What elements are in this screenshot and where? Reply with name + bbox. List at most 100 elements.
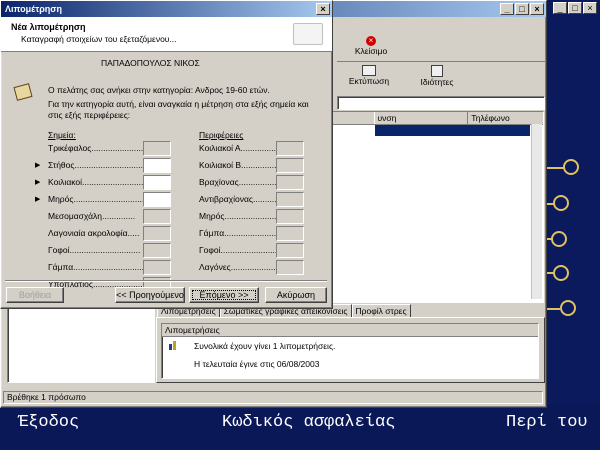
dialog-header: Νέα λιπομέτρηση Καταγραφή στοιχείων του … [1, 17, 332, 52]
dialog-title: Λιπομέτρηση [5, 4, 62, 14]
perimeters-header: Περιφέρειες [199, 130, 244, 140]
perimeter-input-calf[interactable] [276, 226, 304, 241]
decor-line [546, 167, 564, 169]
point-label: Στήθος............................. [48, 160, 143, 170]
perimeter-label: Αντιβραχίονας.......... [199, 194, 277, 204]
properties-icon [431, 65, 443, 77]
detail-tab-panel: Λιπομετρήσεις Συνολικά έχουν γίνει 1 λιπ… [156, 317, 545, 383]
summary-count-text: Συνολικά έχουν γίνει 1 λιπομετρήσεις. [194, 341, 336, 351]
folder-icon [293, 23, 323, 45]
perimeter-input-forearm[interactable] [276, 192, 304, 207]
exit-link[interactable]: Έξοδος [18, 413, 79, 432]
tab-stress-profile[interactable]: Προφίλ στρες [351, 304, 411, 318]
search-field[interactable] [337, 96, 545, 110]
point-input-hips[interactable] [143, 243, 171, 258]
point-input-abdominal[interactable] [143, 175, 171, 190]
point-label: Μηρός.............................. [48, 194, 145, 204]
dialog-heading: Νέα λιπομέτρηση [11, 22, 86, 32]
properties-toolbar-label: Ιδιότητες [420, 77, 454, 87]
minimize-icon[interactable]: _ [500, 3, 514, 15]
perimeter-row: Αντιβραχίονας.......... [199, 192, 309, 209]
point-input-midaxillary[interactable] [143, 209, 171, 224]
status-text: Βρέθηκε 1 πρόσωπο [7, 392, 86, 402]
about-link[interactable]: Περί του [506, 413, 588, 432]
summary-chart-icon [168, 340, 180, 350]
address-column-header[interactable]: υνση [374, 112, 469, 124]
left-list-panel [7, 301, 155, 383]
clipboard-pencil-icon [13, 81, 35, 101]
perimeter-row: Μηρός............................... [199, 209, 309, 226]
point-row-calf: Γάμπα................................ [35, 260, 175, 277]
table-scrollbar[interactable] [531, 124, 542, 299]
phone-column-header[interactable]: Τηλέφωνο [468, 112, 543, 124]
point-label: Μεσομασχάλη.............. [48, 211, 136, 221]
help-button[interactable]: Βοήθεια [6, 287, 64, 303]
arrow-right-icon: ▶ [35, 196, 41, 203]
perimeter-row: Γοφοί............................... [199, 243, 309, 260]
printer-icon [362, 65, 376, 76]
summary-last-date-text: Η τελευταία έγινε στις 06/08/2003 [194, 359, 320, 369]
perimeter-input-flanks[interactable] [276, 260, 304, 275]
security-code-link[interactable]: Κωδικός ασφαλείας [222, 413, 395, 432]
point-label: Τρικέφαλος...................... [48, 143, 144, 153]
summary-box: Λιπομετρήσεις Συνολικά έχουν γίνει 1 λιπ… [161, 323, 539, 379]
table-row-selected[interactable] [375, 125, 530, 136]
close-toolbar-label: Κλείσιμο [354, 46, 388, 56]
perimeter-row: Κοιλιακοί Α..................... [199, 141, 309, 158]
decor-ring [553, 265, 569, 281]
point-label: Γάμπα................................ [48, 262, 149, 272]
perimeter-input-thigh[interactable] [276, 209, 304, 224]
dialog-subheading: Καταγραφή στοιχείων του εξεταζόμενου... [21, 34, 177, 44]
maximize-icon[interactable]: □ [568, 2, 582, 14]
point-input-calf[interactable] [143, 260, 171, 275]
decor-ring [563, 159, 579, 175]
maximize-icon[interactable]: □ [515, 3, 529, 15]
point-row-suprailiac: Λαγονιαία ακρολοφία..... [35, 226, 175, 243]
point-row-thigh: ▶ Μηρός.............................. [35, 192, 175, 209]
point-input-thigh[interactable] [143, 192, 171, 207]
buttons-divider [5, 280, 327, 282]
perimeter-input-hips[interactable] [276, 243, 304, 258]
perimeter-input-abdominal-b[interactable] [276, 158, 304, 173]
status-bar: Βρέθηκε 1 πρόσωπο [3, 391, 543, 404]
point-row-abdominal: ▶ Κοιλιακοί............................ [35, 175, 175, 192]
point-input-suprailiac[interactable] [143, 226, 171, 241]
point-input-chest[interactable] [143, 158, 171, 173]
print-toolbar-label: Εκτύπωση [348, 76, 390, 86]
decor-ring [560, 300, 576, 316]
point-label: Λαγονιαία ακρολοφία..... [48, 228, 140, 238]
decor-ring [553, 195, 569, 211]
point-row-triceps: Τρικέφαλος...................... [35, 141, 175, 158]
point-row-midaxillary: Μεσομασχάλη.............. [35, 209, 175, 226]
dialog-titlebar: Λιπομέτρηση × [1, 1, 332, 17]
person-name: ΠΑΠΑΔΟΠΟΥΛΟΣ ΝΙΚΟΣ [101, 58, 200, 68]
outer-window-controls: _ □ × [552, 2, 597, 14]
decor-ring [551, 231, 567, 247]
close-red-icon: × [366, 36, 376, 46]
point-input-triceps[interactable] [143, 141, 171, 156]
summary-header: Λιπομετρήσεις [162, 324, 538, 337]
close-icon[interactable]: × [583, 2, 597, 14]
points-list: Τρικέφαλος...................... ▶ Στήθο… [35, 141, 175, 294]
close-icon[interactable]: × [316, 3, 330, 15]
point-label: Γοφοί.............................. [48, 245, 141, 255]
print-toolbar-button[interactable]: Εκτύπωση [337, 65, 401, 89]
perimeter-row: Κοιλιακοί Β..................... [199, 158, 309, 175]
next-button[interactable]: Επόμενο >> [189, 287, 259, 303]
perimeter-row: Γάμπα............................... [199, 226, 309, 243]
cancel-button[interactable]: Ακύρωση [265, 287, 327, 303]
dialog-window: Λιπομέτρηση × Νέα λιπομέτρηση Καταγραφή … [0, 0, 333, 309]
minimize-icon[interactable]: _ [553, 2, 567, 14]
point-row-chest: ▶ Στήθος............................. [35, 158, 175, 175]
perimeter-row: Λαγόνες............................ [199, 260, 309, 277]
properties-toolbar-button[interactable]: Ιδιότητες [405, 65, 469, 89]
measurement-requirements-info: Για την κατηγορία αυτή, είναι αναγκαία η… [48, 99, 309, 120]
points-header: Σημεία: [48, 130, 76, 140]
close-toolbar-button[interactable]: × Κλείσιμο [341, 36, 401, 60]
close-icon[interactable]: × [530, 3, 544, 15]
perimeter-input-abdominal-a[interactable] [276, 141, 304, 156]
previous-button[interactable]: << Προηγούμενο [115, 287, 185, 303]
perimeter-input-arm[interactable] [276, 175, 304, 190]
arrow-right-icon: ▶ [35, 179, 41, 186]
point-label: Κοιλιακοί............................ [48, 177, 149, 187]
